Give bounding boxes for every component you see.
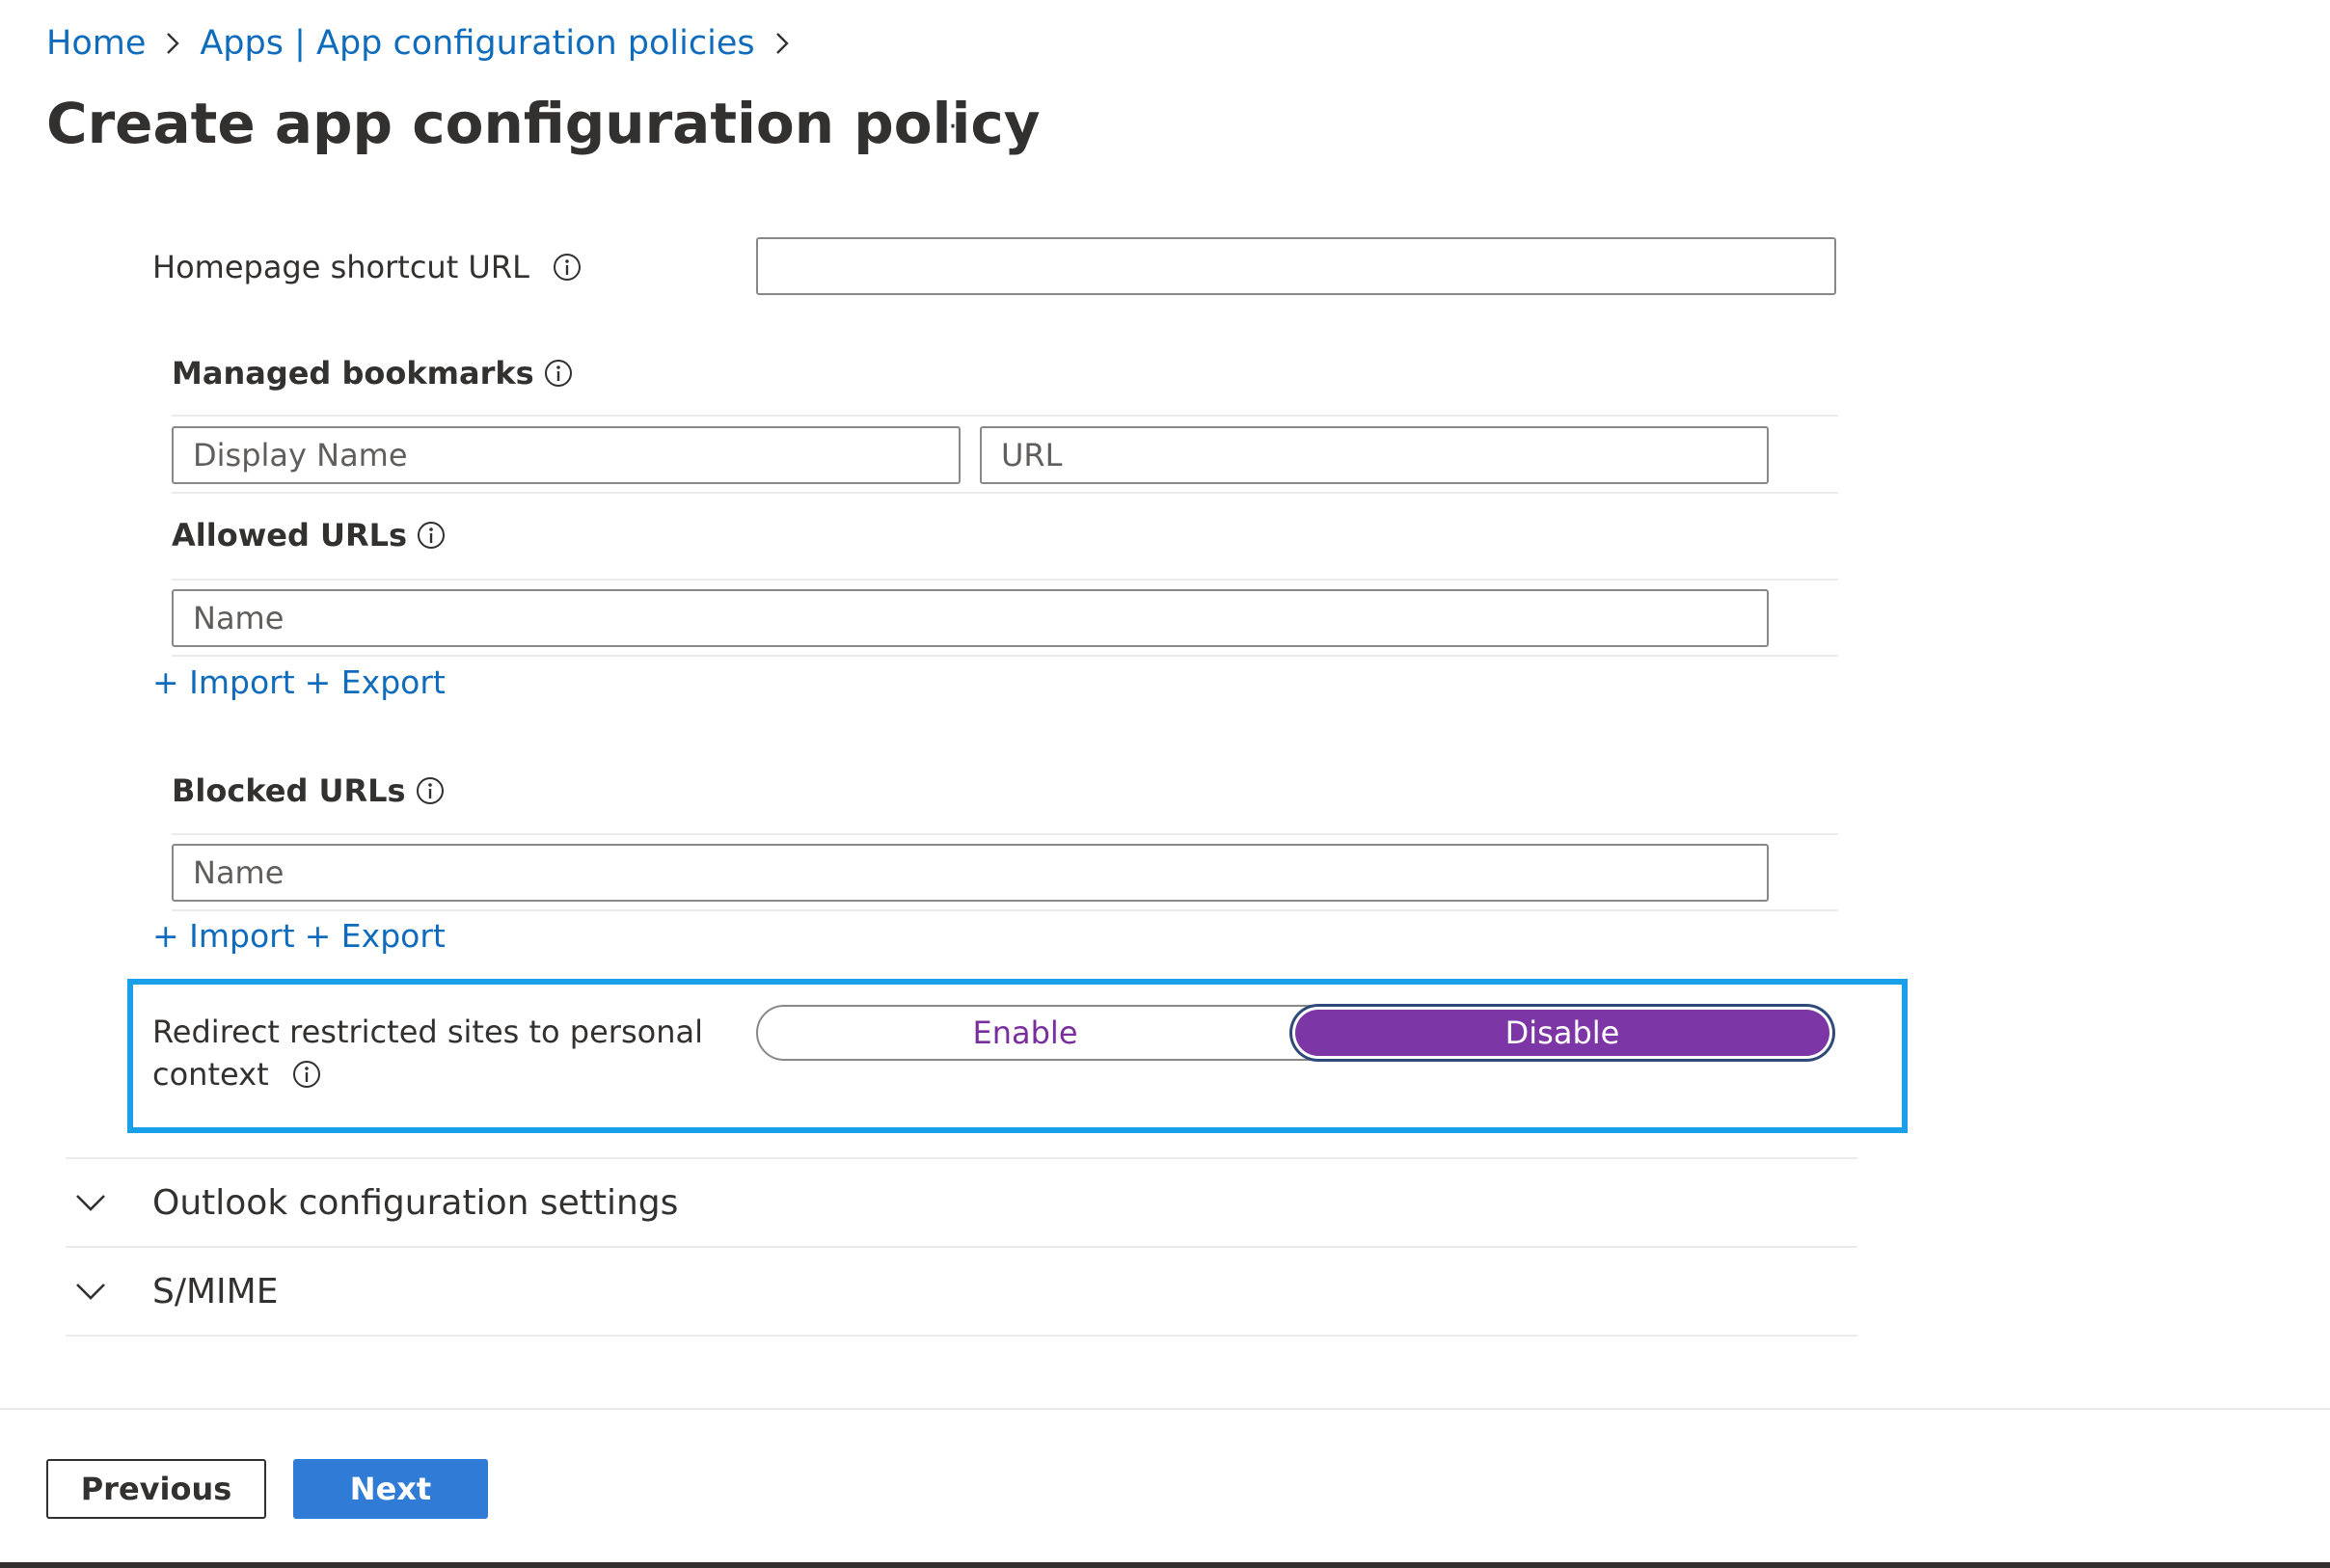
redirect-label-line2-row: context xyxy=(152,1053,703,1095)
breadcrumb: Home Apps | App configuration policies xyxy=(46,17,809,69)
window-bottom-edge xyxy=(0,1562,2330,1568)
managed-bookmarks-label-text: Managed bookmarks xyxy=(172,355,534,392)
info-icon[interactable] xyxy=(292,1060,321,1089)
divider xyxy=(172,415,1838,417)
breadcrumb-parent-link[interactable]: Apps | App configuration policies xyxy=(200,24,754,63)
accordion-smime[interactable]: S/MIME xyxy=(66,1247,1857,1336)
blocked-urls-import-link[interactable]: + Import xyxy=(152,917,295,955)
chevron-right-icon xyxy=(146,17,200,69)
chevron-down-icon xyxy=(66,1266,116,1316)
breadcrumb-home-link[interactable]: Home xyxy=(46,24,146,63)
next-button[interactable]: Next xyxy=(293,1459,488,1519)
info-icon[interactable] xyxy=(416,776,445,805)
allowed-urls-import-link[interactable]: + Import xyxy=(152,663,295,701)
allowed-urls-export-link[interactable]: + Export xyxy=(305,663,446,701)
blocked-url-name-input[interactable] xyxy=(172,844,1769,902)
accordion-label: Outlook configuration settings xyxy=(152,1182,679,1223)
chevron-right-icon xyxy=(755,17,809,69)
divider xyxy=(172,833,1838,835)
allowed-urls-label-text: Allowed URLs xyxy=(172,517,408,554)
redirect-toggle: Enable Disable xyxy=(756,1005,1834,1061)
managed-bookmarks-label: Managed bookmarks xyxy=(172,349,573,397)
blocked-urls-label: Blocked URLs xyxy=(172,767,445,815)
blocked-urls-label-text: Blocked URLs xyxy=(172,772,406,809)
previous-button[interactable]: Previous xyxy=(46,1459,266,1519)
redirect-disable-option[interactable]: Disable xyxy=(1295,1010,1829,1056)
info-icon[interactable] xyxy=(544,359,573,388)
redirect-label: Redirect restricted sites to personal co… xyxy=(152,1011,703,1095)
bookmark-display-name-input[interactable] xyxy=(172,426,961,484)
more-options-icon[interactable]: ··· xyxy=(930,102,978,150)
footer-divider xyxy=(0,1408,2330,1410)
allowed-urls-actions: + Import + Export xyxy=(152,658,446,706)
blocked-urls-export-link[interactable]: + Export xyxy=(305,917,446,955)
redirect-enable-option[interactable]: Enable xyxy=(758,1007,1292,1059)
homepage-shortcut-label: Homepage shortcut URL xyxy=(152,243,582,291)
redirect-label-line2: context xyxy=(152,1056,269,1093)
allowed-urls-label: Allowed URLs xyxy=(172,511,446,559)
homepage-shortcut-label-text: Homepage shortcut URL xyxy=(152,249,529,285)
accordion-outlook-configuration[interactable]: Outlook configuration settings xyxy=(66,1158,1857,1247)
info-icon[interactable] xyxy=(417,521,446,550)
bookmark-url-input[interactable] xyxy=(980,426,1769,484)
homepage-shortcut-input[interactable] xyxy=(756,237,1836,295)
chevron-down-icon xyxy=(66,1177,116,1228)
divider xyxy=(172,579,1838,581)
divider xyxy=(172,655,1838,657)
page-title: Create app configuration policy xyxy=(46,91,1041,156)
divider xyxy=(66,1335,1857,1337)
divider xyxy=(172,492,1838,494)
blocked-urls-actions: + Import + Export xyxy=(152,911,446,960)
redirect-label-line1: Redirect restricted sites to personal xyxy=(152,1014,703,1050)
info-icon[interactable] xyxy=(553,253,582,282)
accordion-label: S/MIME xyxy=(152,1271,279,1311)
allowed-url-name-input[interactable] xyxy=(172,589,1769,647)
